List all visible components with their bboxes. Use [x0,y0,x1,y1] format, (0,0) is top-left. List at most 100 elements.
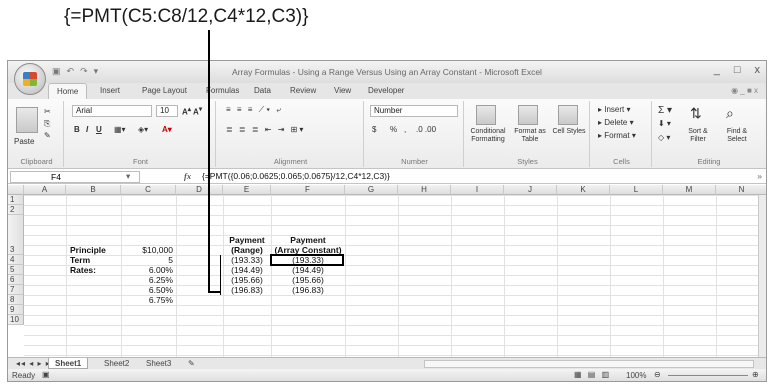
cell-f5[interactable]: (194.49) [271,265,345,275]
zoom-out-icon[interactable]: ⊖ [654,370,661,379]
currency-icon[interactable]: $ [372,125,376,134]
fill-color-icon[interactable]: ◈▾ [138,125,148,134]
cell-c3[interactable]: $10,000 [124,245,173,255]
cell-b3[interactable]: Principle [70,245,106,255]
horizontal-align-icons[interactable]: ≣ ≣ ≣ ⇤ ⇥ ⊞▾ [226,125,305,134]
select-all-corner[interactable] [8,185,24,195]
font-size-box[interactable]: 10 [156,105,178,117]
tab-view[interactable]: View [334,86,351,95]
column-header-b[interactable]: B [66,185,121,195]
office-button[interactable] [14,63,46,95]
format-painter-icon[interactable]: ✎ [44,131,51,140]
row-header-9[interactable]: 9 [8,305,24,315]
format-cells-button[interactable]: ▸ Format ▾ [598,131,636,140]
worksheet-grid[interactable]: A B C D E F G H I J K L M N 1 2 3 4 5 6 … [8,185,766,357]
percent-icon[interactable]: % [390,125,397,134]
paste-icon[interactable] [16,107,38,133]
sheet-tab-sheet3[interactable]: Sheet3 [140,358,177,369]
cell-c7[interactable]: 6.50% [124,285,173,295]
close-button[interactable]: x [755,64,761,76]
find-select-icon[interactable]: ⌕ [726,105,734,122]
tab-home[interactable]: Home [48,83,88,99]
cell-f6[interactable]: (195.66) [271,275,345,285]
cell-e3-header[interactable]: (Range) [223,245,271,255]
zoom-slider[interactable] [668,375,748,376]
insert-cells-button[interactable]: ▸ Insert ▾ [598,105,631,114]
cell-c5[interactable]: 6.00% [124,265,173,275]
row-header-6[interactable]: 6 [8,275,24,285]
cell-c6[interactable]: 6.25% [124,275,173,285]
delete-cells-button[interactable]: ▸ Delete ▾ [598,118,634,127]
column-header-k[interactable]: K [557,185,610,195]
vertical-align-icons[interactable]: ≡ ≡ ≡ ⟋▾ ⤶ [226,105,283,115]
maximize-button[interactable]: □ [734,64,741,76]
conditional-formatting-icon[interactable] [476,105,496,125]
tab-review[interactable]: Review [290,86,316,95]
cell-b5[interactable]: Rates: [70,265,96,275]
column-header-l[interactable]: L [610,185,663,195]
cell-e6[interactable]: (195.66) [223,275,271,285]
sheet-tab-sheet1[interactable]: Sheet1 [48,358,89,369]
row-header-5[interactable]: 5 [8,265,24,275]
column-header-n[interactable]: N [716,185,766,195]
name-box[interactable]: F4 [10,171,140,183]
row-header-4[interactable]: 4 [8,255,24,265]
name-box-dropdown-icon[interactable]: ▾ [126,171,130,182]
save-icon[interactable]: ▣ [52,66,61,77]
expand-formula-bar-icon[interactable]: » [757,171,762,181]
macro-record-icon[interactable]: ▣ [42,370,50,379]
column-header-i[interactable]: I [451,185,504,195]
tab-page-layout[interactable]: Page Layout [142,86,187,95]
font-color-icon[interactable]: A▾ [162,125,172,134]
help-icon[interactable]: ◉ _ ■ x [731,86,758,95]
row-header-3[interactable]: 3 [8,215,24,255]
zoom-level[interactable]: 100% [626,371,646,380]
font-name-box[interactable]: Arial [72,105,152,117]
view-buttons-icons[interactable]: ▦ ▤ ▥ [574,370,611,379]
cut-icon[interactable]: ✂ [44,107,51,116]
column-header-j[interactable]: J [504,185,557,195]
row-header-8[interactable]: 8 [8,295,24,305]
horizontal-scrollbar[interactable] [424,360,754,368]
format-as-table-icon[interactable] [518,105,538,125]
comma-icon[interactable]: , [404,125,406,134]
cell-c4[interactable]: 5 [124,255,173,265]
sort-filter-icon[interactable]: ⇅ [690,105,702,122]
fill-icon[interactable]: ⬇ ▾ [658,119,671,128]
row-header-7[interactable]: 7 [8,285,24,295]
italic-icon[interactable]: I [86,125,88,134]
cell-f7[interactable]: (196.83) [271,285,345,295]
tab-insert[interactable]: Insert [100,86,120,95]
column-header-h[interactable]: H [398,185,451,195]
insert-function-icon[interactable]: fx [184,171,191,181]
borders-icon[interactable]: ▦▾ [114,125,126,134]
cell-e7[interactable]: (196.83) [223,285,271,295]
cell-b4[interactable]: Term [70,255,90,265]
row-header-10[interactable]: 10 [8,315,24,325]
copy-icon[interactable]: ⎘ [44,119,50,129]
cell-c8[interactable]: 6.75% [124,295,173,305]
column-header-d[interactable]: D [176,185,223,195]
cell-e5[interactable]: (194.49) [223,265,271,275]
row-header-2[interactable]: 2 [8,205,24,215]
tab-data[interactable]: Data [254,86,271,95]
cell-f2-header-top[interactable]: Payment [271,235,345,245]
find-select-label[interactable]: Find & Select [718,128,756,144]
zoom-in-icon[interactable]: ⊕ [752,370,759,379]
grow-font-icon[interactable]: A▴ A▾ [182,105,202,117]
underline-icon[interactable]: U [96,125,102,134]
vertical-scrollbar[interactable] [758,195,766,357]
format-as-table-label[interactable]: Format as Table [510,128,550,144]
minimize-button[interactable]: _ [714,64,720,76]
sheet-tab-sheet2[interactable]: Sheet2 [98,358,135,369]
undo-icon[interactable]: ↶ [67,66,75,77]
column-header-f[interactable]: F [271,185,345,195]
column-header-e[interactable]: E [223,185,271,195]
sort-filter-label[interactable]: Sort & Filter [680,128,716,144]
column-header-g[interactable]: G [345,185,398,195]
cell-e2-header-top[interactable]: Payment [223,235,271,245]
number-format-box[interactable]: Number [370,105,458,117]
conditional-formatting-label[interactable]: Conditional Formatting [468,128,508,144]
insert-sheet-icon[interactable]: ✎ [182,358,201,369]
tab-formulas[interactable]: Formulas [206,86,239,95]
